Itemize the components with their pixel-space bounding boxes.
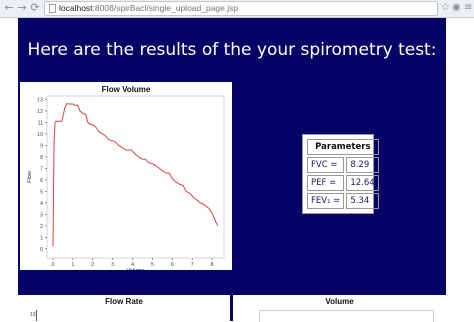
y-tick-label: 2: [40, 224, 43, 230]
y-tick-label: 7: [40, 166, 43, 172]
plot-area: [46, 95, 225, 259]
extension-eye-icon[interactable]: ◉: [452, 2, 461, 14]
back-arrow-icon[interactable]: ←: [3, 2, 15, 14]
x-tick-label: 0: [52, 262, 55, 268]
y-tick-label: 5: [40, 189, 43, 195]
volume-plot-area: [259, 310, 434, 322]
flow-volume-chart: 012345678910111213012345678VolumeFlow: [27, 95, 225, 270]
x-tick-label: 6: [171, 262, 174, 268]
page-heading: Here are the results of the your spirome…: [27, 40, 437, 60]
fvc-value: 8.29: [346, 157, 379, 173]
fev1-value: 5.34: [346, 193, 379, 209]
x-axis-label: Volume: [126, 268, 144, 270]
browser-toolbar: ← → ⟳ localhost:8008/spirBacl/single_upl…: [0, 0, 474, 18]
y-tick-label: 4: [40, 201, 43, 207]
y-tick-label: 6: [40, 178, 43, 184]
y-tick-label: 13: [37, 97, 43, 103]
y-axis-label: Flow: [27, 171, 33, 183]
x-tick-label: 7: [191, 262, 194, 268]
star-icon[interactable]: ☆: [441, 2, 450, 14]
volume-chart-panel: Volume: [233, 295, 446, 322]
x-tick-label: 1: [71, 262, 74, 268]
y-tick-label: 11: [38, 120, 43, 126]
x-tick-label: 5: [151, 262, 154, 268]
fev1-label: FEV₁ =: [307, 193, 345, 209]
y-tick-label: 3: [40, 212, 43, 218]
url-host: localhost: [59, 3, 93, 13]
menu-icon[interactable]: ≡: [464, 2, 472, 14]
reload-icon[interactable]: ⟳: [29, 2, 41, 14]
results-page: Here are the results of the your spirome…: [18, 18, 446, 322]
x-tick-label: 8: [211, 262, 214, 268]
y-tick-label: 9: [40, 143, 43, 149]
fvc-label: FVC =: [307, 157, 345, 173]
flow-rate-y-tick: 13: [30, 312, 36, 318]
flow-rate-chart-panel: Flow Rate 13: [18, 295, 230, 321]
y-tick-label: 0: [40, 247, 43, 253]
pef-label: PEF =: [307, 175, 345, 191]
url-path: :8008/spirBacl/single_upload_page.jsp: [92, 3, 239, 13]
volume-title: Volume: [325, 297, 354, 306]
address-bar[interactable]: localhost:8008/spirBacl/single_upload_pa…: [44, 1, 438, 16]
pef-value: 12.64: [346, 175, 379, 191]
parameters-box: Parameters FVC = 8.29 PEF = 12.64 FEV₁ =…: [302, 134, 379, 214]
x-tick-label: 3: [111, 262, 114, 268]
y-tick-label: 1: [40, 235, 43, 241]
y-tick-label: 12: [37, 109, 43, 115]
flow-volume-chart-panel: Flow Volume 012345678910111213012345678V…: [20, 82, 232, 270]
url-text: localhost:8008/spirBacl/single_upload_pa…: [59, 2, 238, 15]
page-icon: [49, 4, 56, 13]
y-tick-label: 8: [40, 155, 43, 161]
table-row: FVC = 8.29: [307, 157, 379, 173]
flow-rate-y-axis: [36, 310, 37, 321]
table-row: PEF = 12.64: [307, 175, 379, 191]
forward-arrow-icon[interactable]: →: [16, 2, 28, 14]
table-row: FEV₁ = 5.34: [307, 193, 379, 209]
parameters-table: Parameters FVC = 8.29 PEF = 12.64 FEV₁ =…: [305, 137, 381, 211]
flow-rate-title: Flow Rate: [105, 297, 143, 306]
x-tick-label: 2: [91, 262, 94, 268]
y-tick-label: 10: [37, 132, 43, 138]
parameters-header: Parameters: [307, 139, 379, 155]
